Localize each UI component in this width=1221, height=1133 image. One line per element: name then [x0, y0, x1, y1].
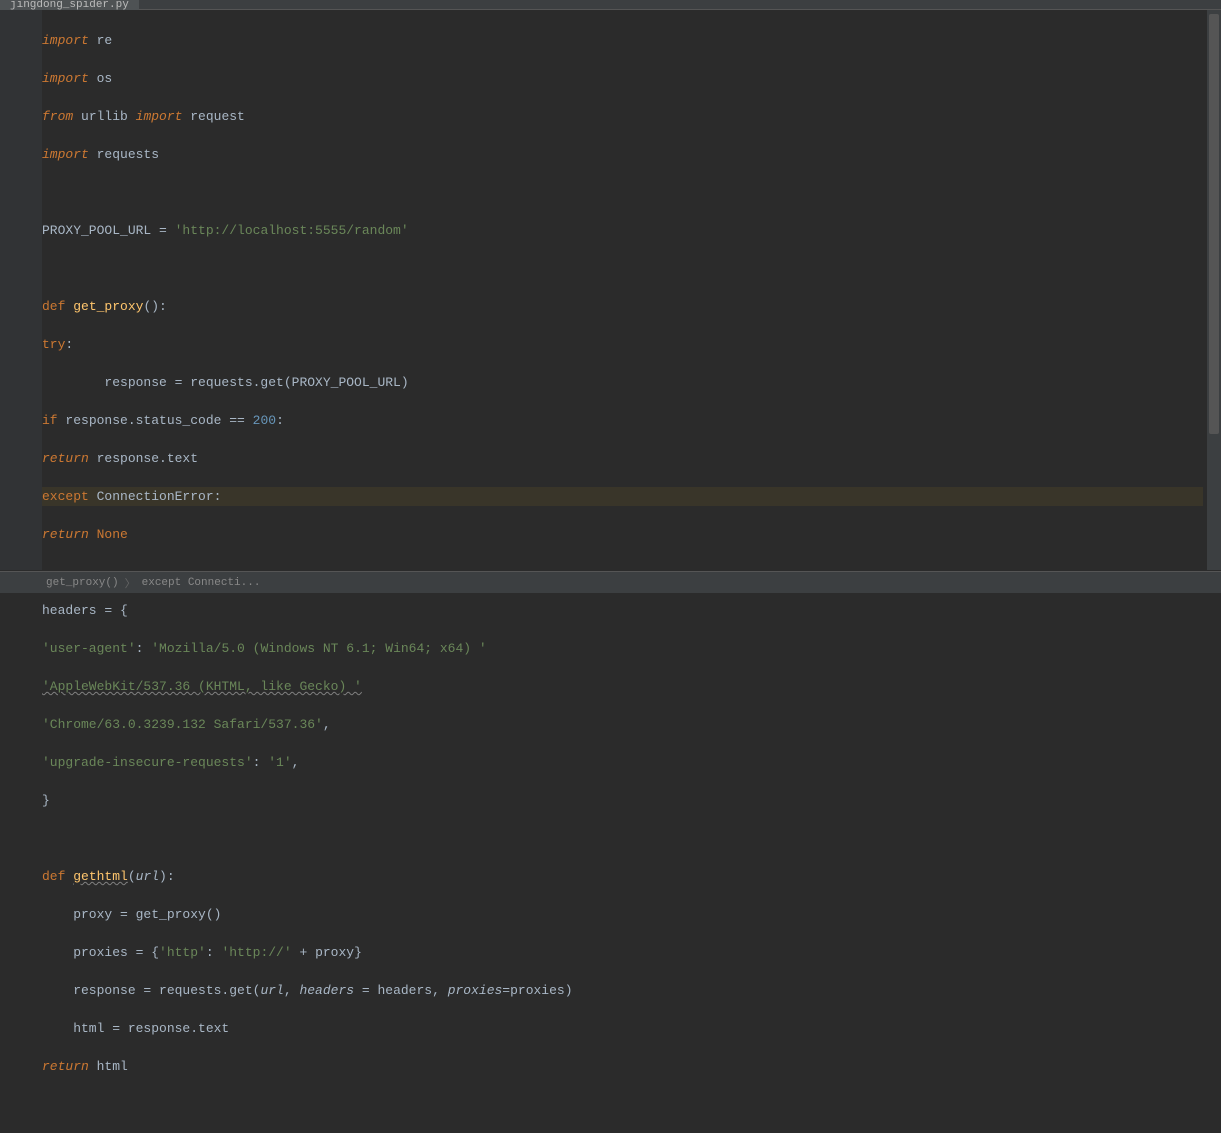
text: + proxy}	[292, 943, 362, 962]
string: 'user-agent'	[42, 639, 136, 658]
text: (	[128, 867, 136, 886]
text: ():	[143, 297, 166, 316]
tab-bar: jingdong_spider.py	[0, 0, 1221, 10]
code-editor[interactable]: import re import os from urllib import r…	[42, 12, 1203, 570]
text: response.status_code ==	[58, 411, 253, 430]
string: 'http://localhost:5555/random'	[175, 221, 409, 240]
text: :	[253, 753, 269, 772]
tab-filename: jingdong_spider.py	[10, 0, 129, 10]
breadcrumb-bar: get_proxy() 〉 except Connecti...	[0, 571, 1221, 593]
keyword: import	[136, 107, 183, 126]
text: html	[89, 1057, 128, 1076]
scroll-thumb[interactable]	[1209, 14, 1219, 434]
text: response = requests.get(PROXY_POOL_URL)	[42, 373, 409, 392]
text: :	[214, 487, 222, 506]
text: proxy = get_proxy()	[42, 905, 221, 924]
function-name: get_proxy	[73, 297, 143, 316]
parameter: proxies	[448, 981, 503, 1000]
number: 200	[253, 411, 276, 430]
function-name: gethtml	[73, 867, 128, 886]
parameter: headers	[299, 981, 354, 1000]
vertical-scrollbar[interactable]	[1207, 10, 1221, 570]
keyword: def	[42, 297, 73, 316]
parameter: url	[136, 867, 159, 886]
text: html = response.text	[42, 1019, 229, 1038]
text: =proxies)	[502, 981, 572, 1000]
breadcrumb-item[interactable]: get_proxy()	[42, 577, 123, 589]
string: 'http'	[159, 943, 206, 962]
parameter: url	[260, 981, 283, 1000]
string: 'http://'	[221, 943, 291, 962]
text: requests	[89, 145, 159, 164]
keyword: if	[42, 411, 58, 430]
text: os	[89, 69, 112, 88]
breadcrumb-item[interactable]: except Connecti...	[138, 577, 265, 589]
text: = headers,	[354, 981, 448, 1000]
text: :	[276, 411, 284, 430]
text: ,	[284, 981, 300, 1000]
text: request	[182, 107, 244, 126]
text: ConnectionError	[89, 487, 214, 506]
file-tab[interactable]: jingdong_spider.py	[0, 0, 139, 10]
chevron-right-icon: 〉	[123, 575, 138, 591]
keyword: import	[42, 69, 89, 88]
keyword: except	[42, 487, 89, 506]
text: proxies = {	[42, 943, 159, 962]
gutter	[0, 10, 42, 570]
text: PROXY_POOL_URL =	[42, 221, 175, 240]
text: re	[89, 31, 112, 50]
keyword: import	[42, 31, 89, 50]
text: urllib	[73, 107, 135, 126]
text: ):	[159, 867, 175, 886]
text: response = requests.get(	[42, 981, 260, 1000]
string: 'Chrome/63.0.3239.132 Safari/537.36'	[42, 715, 323, 734]
text: ,	[292, 753, 300, 772]
keyword: try	[42, 335, 65, 354]
text: :	[206, 943, 222, 962]
string: 'AppleWebKit/537.36 (KHTML, like Gecko) …	[42, 677, 362, 696]
keyword: return	[42, 1057, 89, 1076]
string: 'upgrade-insecure-requests'	[42, 753, 253, 772]
string: '1'	[268, 753, 291, 772]
string: 'Mozilla/5.0 (Windows NT 6.1; Win64; x64…	[151, 639, 486, 658]
text: :	[136, 639, 152, 658]
text: response.text	[89, 449, 198, 468]
keyword: from	[42, 107, 73, 126]
keyword: import	[42, 145, 89, 164]
keyword: return	[42, 525, 97, 544]
text: ,	[323, 715, 331, 734]
keyword: def	[42, 867, 73, 886]
keyword: None	[97, 525, 128, 544]
text: }	[42, 791, 50, 810]
text: :	[65, 335, 73, 354]
keyword: return	[42, 449, 89, 468]
text: headers = {	[42, 601, 128, 620]
